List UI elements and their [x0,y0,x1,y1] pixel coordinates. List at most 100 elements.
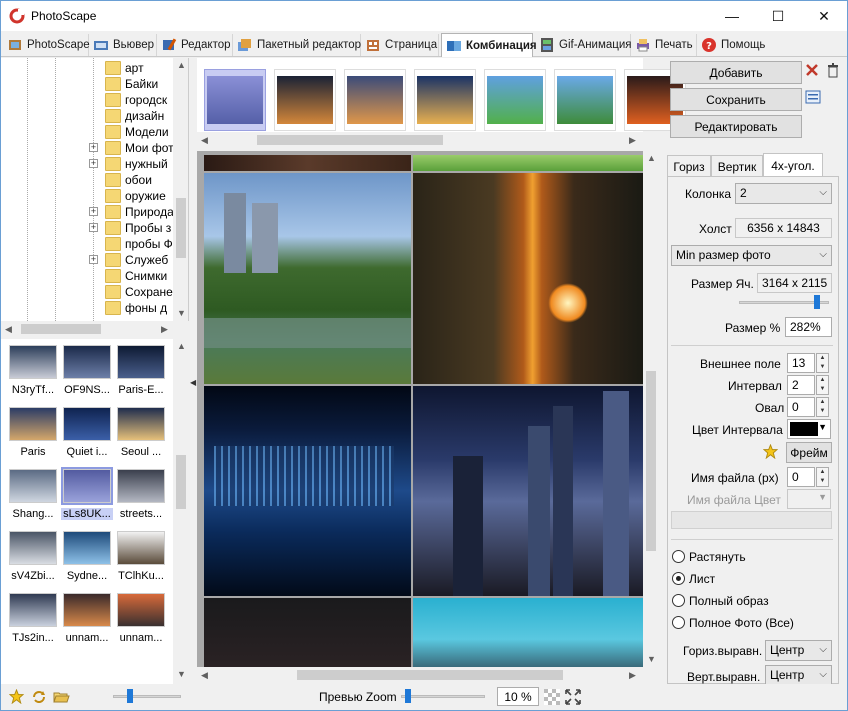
expand-icon[interactable]: + [89,159,98,168]
file-thumbnail[interactable]: N3ryTf... [7,341,59,403]
scrollbar-thumb[interactable] [297,670,563,680]
file-thumbnail[interactable]: unnam... [115,589,167,651]
tab-editor[interactable]: Редактор [157,34,233,56]
outer-margin-spinner[interactable]: ▲ ▼ [816,353,829,373]
refresh-icon[interactable] [31,689,47,705]
strip-photo[interactable] [554,69,616,131]
fit-to-window-icon[interactable] [565,689,581,705]
scroll-right-arrow-icon[interactable]: ▶ [161,324,168,335]
frame-button[interactable]: Фрейм [786,442,832,463]
zoom-value-field[interactable]: 10 % [497,687,539,706]
scrollbar-thumb[interactable] [176,198,186,258]
scrollbar-thumb[interactable] [646,371,656,551]
tab-vertical[interactable]: Вертик [711,155,763,177]
maximize-button[interactable]: ☐ [755,1,801,31]
filename-color-picker[interactable]: ▼ [787,489,831,509]
expand-icon[interactable]: + [89,223,98,232]
tree-item[interactable]: арт [1,60,173,76]
tab-four-corner[interactable]: 4х-угол. [763,153,823,177]
scroll-up-arrow-icon[interactable]: ▲ [177,60,186,70]
checkerboard-icon[interactable] [544,689,560,705]
tree-item[interactable]: обои [1,172,173,188]
tree-item[interactable]: оружие [1,188,173,204]
collapse-arrow-icon[interactable]: ◀ [190,378,196,387]
strip-photo[interactable] [204,69,266,131]
tab-help[interactable]: ? Помощь [697,34,767,56]
scrollbar-thumb[interactable] [257,135,443,145]
scroll-down-arrow-icon[interactable]: ▼ [177,308,186,318]
filename-size-input[interactable]: 0 [787,467,815,487]
grid-vertical-scrollbar[interactable]: ▲ ▼ [173,339,189,684]
tab-print[interactable]: Печать [631,34,697,56]
vertical-align-select[interactable]: Центр ⌵ [765,665,832,686]
strip-horizontal-scrollbar[interactable]: ◀ ▶ [197,132,643,148]
star-icon[interactable] [763,444,778,459]
expand-icon[interactable]: + [89,255,98,264]
tree-item[interactable]: Сохране [1,284,173,300]
preview-zoom-slider[interactable] [401,695,485,698]
thumbnail-size-slider-knob[interactable] [127,689,133,703]
star-icon[interactable] [9,689,24,704]
outer-margin-input[interactable]: 13 [787,353,815,373]
tree-item[interactable]: фоны д [1,300,173,316]
file-thumbnail[interactable]: TClhKu... [115,527,167,589]
scroll-up-arrow-icon[interactable]: ▲ [647,153,656,163]
expand-icon[interactable]: + [89,207,98,216]
panel-splitter[interactable]: ◀ [189,58,197,684]
oval-input[interactable]: 0 [787,397,815,417]
tab-batch-editor[interactable]: Пакетный редактор [233,34,361,56]
add-button[interactable]: Добавить [670,61,802,84]
strip-photo[interactable] [484,69,546,131]
filename-size-spinner[interactable]: ▲ ▼ [816,467,829,487]
full-image-radio[interactable] [672,594,685,607]
filename-text-field[interactable] [671,511,832,529]
oval-spinner[interactable]: ▲ ▼ [816,397,829,417]
tab-photoscape[interactable]: PhotoScape [3,34,90,56]
minimize-button[interactable]: — [709,1,755,31]
file-thumbnail[interactable]: Paris [7,403,59,465]
size-percent-input[interactable]: 282% [785,317,832,337]
tree-item[interactable]: + Мои фот [1,140,173,156]
scroll-left-arrow-icon[interactable]: ◀ [201,135,208,146]
remove-icon[interactable] [804,62,820,78]
file-thumbnail[interactable]: streets... [115,465,167,527]
trash-icon[interactable] [825,62,841,78]
horizontal-align-select[interactable]: Центр ⌵ [765,640,832,661]
tab-gif-animation[interactable]: Gif-Анимация [535,34,632,56]
tab-combine[interactable]: Комбинация [441,33,537,57]
file-thumbnail[interactable]: Sydne... [61,527,113,589]
file-thumbnail[interactable]: Paris-E... [115,341,167,403]
scroll-right-arrow-icon[interactable]: ▶ [629,135,636,146]
scroll-down-arrow-icon[interactable]: ▼ [647,654,656,664]
file-thumbnail[interactable]: TJs2in... [7,589,59,651]
tab-page[interactable]: Страница [361,34,439,56]
full-photo-all-radio[interactable] [672,616,685,629]
interval-spinner[interactable]: ▲ ▼ [816,375,829,395]
cell-size-slider-knob[interactable] [814,295,820,309]
interval-color-picker[interactable]: ▼ [787,419,831,439]
strip-photo[interactable] [274,69,336,131]
tree-item[interactable]: Снимки [1,268,173,284]
preview-zoom-slider-knob[interactable] [405,689,411,703]
file-thumbnail[interactable]: Seoul ... [115,403,167,465]
scroll-right-arrow-icon[interactable]: ▶ [629,670,636,681]
scrollbar-thumb[interactable] [176,455,186,509]
file-thumbnail[interactable]: sV4Zbi... [7,527,59,589]
tab-viewer[interactable]: Вьювер [89,34,157,56]
size-mode-select[interactable]: Min размер фото ⌵ [671,245,832,266]
expand-icon[interactable]: + [89,143,98,152]
tree-item[interactable]: + Пробы з [1,220,173,236]
sheet-radio[interactable] [672,572,685,585]
tab-horizontal[interactable]: Гориз [667,155,711,177]
open-folder-icon[interactable] [53,689,70,705]
scroll-down-arrow-icon[interactable]: ▼ [177,669,186,679]
scroll-left-arrow-icon[interactable]: ◀ [5,324,12,335]
tree-item[interactable]: пробы Ф [1,236,173,252]
tree-item[interactable]: + Природа [1,204,173,220]
stretch-radio[interactable] [672,550,685,563]
strip-photo[interactable] [344,69,406,131]
file-thumbnail[interactable]: Shang... [7,465,59,527]
folder-tree[interactable]: арт Байки городск дизайн Модели + Мои фот + нужн… [1,58,189,321]
edit-button[interactable]: Редактировать [670,115,802,138]
column-select[interactable]: 2 ⌵ [735,183,832,204]
